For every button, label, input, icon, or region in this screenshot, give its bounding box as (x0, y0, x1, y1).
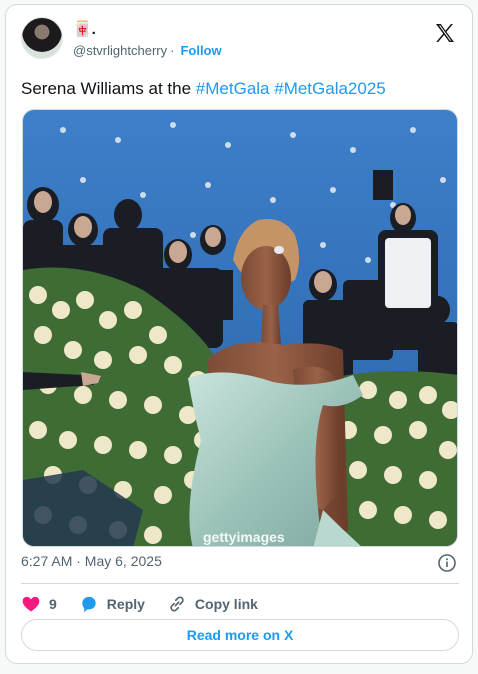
author-handle[interactable]: @stvrlightcherry (73, 43, 167, 58)
info-icon[interactable] (437, 553, 457, 573)
divider (21, 583, 459, 584)
link-icon (170, 596, 184, 612)
photo-illustration: gettyimages (23, 110, 457, 546)
follow-button[interactable]: Follow (180, 43, 221, 58)
reply-label: Reply (106, 596, 145, 612)
author-display-name[interactable]: 🀄. (73, 20, 96, 38)
tweet-timestamp[interactable]: 6:27 AM · May 6, 2025 (21, 553, 162, 569)
copy-link-label: Copy link (194, 596, 258, 612)
tweet-actions: 9 Reply Copy link (21, 592, 280, 616)
hashtag-metgala2025[interactable]: #MetGala2025 (274, 79, 386, 98)
separator-dot: · (170, 43, 175, 58)
photo-watermark: gettyimages (203, 529, 285, 545)
hashtag-metgala[interactable]: #MetGala (196, 79, 270, 98)
tweet-text: Serena Williams at the #MetGala #MetGala… (21, 78, 461, 100)
reply-button[interactable]: Reply (79, 594, 145, 614)
read-more-button[interactable]: Read more on X (21, 619, 459, 651)
tweet-card: 🀄. @stvrlightcherry · Follow Serena Will… (5, 4, 473, 664)
reply-bubble-icon (82, 596, 96, 613)
heart-icon (22, 596, 40, 612)
tweet-photo[interactable]: gettyimages (22, 109, 458, 547)
copy-link-button[interactable]: Copy link (167, 594, 258, 614)
author-name-row: 🀄. (73, 19, 96, 39)
avatar[interactable] (21, 17, 63, 59)
like-count: 9 (49, 596, 57, 612)
author-handle-row: @stvrlightcherry · Follow (73, 43, 222, 58)
tweet-text-body: Serena Williams at the (21, 79, 196, 98)
x-logo-icon[interactable] (433, 21, 457, 45)
tweet-header: 🀄. @stvrlightcherry · Follow (21, 17, 459, 65)
like-button[interactable]: 9 (21, 594, 57, 614)
